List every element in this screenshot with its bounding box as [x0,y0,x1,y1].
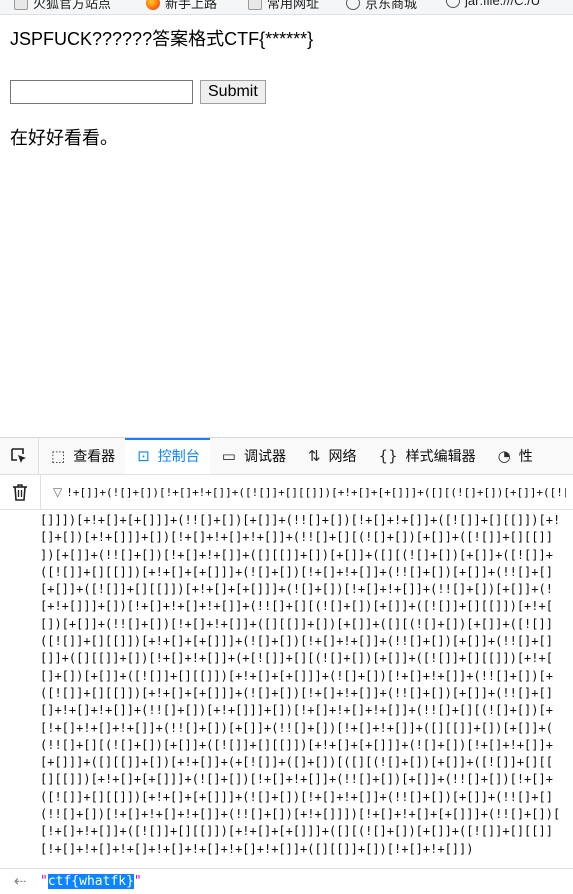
folder-icon [248,0,262,10]
tab-performance[interactable]: ◔ 性 [486,438,543,474]
tab-debugger[interactable]: ▭ 调试器 [210,438,296,474]
network-icon: ⇅ [307,447,321,465]
console-toolbar: ▽ !+[]]+(![]+[])[!+[]+!+[]]+([![]]+[][[]… [0,475,573,510]
console-code-block: []]])[+!+[]+[+[]]]+(!![]+[])[+[]]+(!![]+… [0,512,573,858]
devtools-tabbar: ⬚ 查看器 ⊡ 控制台 ▭ 调试器 ⇅ 网络 {} 样式编辑器 ◔ 性 [0,438,573,475]
code-line: ([![]]+[][[]])[+!+[]+[+[]]]+(![]+[])[!+[… [40,564,553,579]
style-editor-icon: {} [378,447,398,465]
result-selected-text: ctf{whatfk} [47,873,134,889]
page-title: JSPFUCK??????答案格式CTF{******} [10,29,314,49]
quote-close: " [133,873,142,889]
code-line: [!+[]+!+[]+!+[]+!+[]+!+[]+!+[]+!+[]]+([]… [40,841,474,856]
console-result[interactable]: "ctf{whatfk}" [40,873,142,889]
devtools-panel: ⬚ 查看器 ⊡ 控制台 ▭ 调试器 ⇅ 网络 {} 样式编辑器 ◔ 性 ▽ !+… [0,437,573,894]
debugger-icon: ▭ [221,447,236,465]
tab-label: 查看器 [73,448,116,464]
tab-label: 网络 [328,448,357,464]
bookmark-label: 火狐官方站点 [33,0,112,11]
code-line: ])[+[]]+(!![]+[])[!+[]+!+[]]+([][[]]+[])… [40,547,553,562]
folder-icon [14,0,28,10]
bookmark-getting-started[interactable]: 新手上路 [146,0,217,12]
code-line: []]+([][[]]+[])[!+[]+!+[]]+(+[![]]+[][(!… [40,651,553,666]
code-line: [!+[]+!+[]+!+[]]+(!![]+[])[+[]]+(!![]+[]… [40,720,553,735]
bookmark-jar-file[interactable]: jar:file:///C:/U [446,0,540,8]
console-icon: ⊡ [137,447,150,465]
quote-open: " [40,873,48,889]
code-line: (!![]+[][(![]+[])[+[]]+([![]]+[][[]])[+!… [40,737,553,752]
bookmark-folder-common[interactable]: 常用网址 [248,0,319,12]
code-line: [+[]]]+([][[]]+[])[+!+[]]+(+[![]]+([]+[]… [40,755,553,770]
globe-icon [346,0,360,10]
bookmark-label: jar:file:///C:/U [465,0,541,8]
console-result-row: ⇠ "ctf{whatfk}" [0,868,573,893]
tab-label: 控制台 [157,448,200,464]
code-line: []+!+[]+!+[]]+(!![]+[])[+!+[]]]+[])[!+[]… [40,703,553,718]
tab-console[interactable]: ⊡ 控制台 [125,438,210,474]
page-content: JSPFUCK??????答案格式CTF{******} Submit 在好好看… [10,27,563,150]
firefox-icon [146,0,160,10]
code-line: []]])[+!+[]+[+[]]]+(!![]+[])[+[]]+(!![]+… [40,513,561,527]
inspector-icon: ⬚ [51,447,66,465]
code-line: ([![]]+[][[]])[+!+[]+[+[]]]+(![]+[])[!+[… [40,634,553,649]
tab-network[interactable]: ⇅ 网络 [296,438,367,474]
return-arrow-icon: ⇠ [13,872,27,890]
code-line: [])[+[]]+(!![]+[])[!+[]+!+[]]+([][[]]+[]… [40,616,553,631]
code-line: (!![]+[])[!+[]+!+[]+!+[]]+(!![]+[])[+!+[… [40,807,561,822]
code-line: [][[]])[+!+[]+[+[]]]+(![]+[])[!+[]+!+[]]… [40,772,553,787]
code-line: []+[])[+!+[]]]+[])[!+[]+!+[]+!+[]]+(!![]… [40,530,553,545]
globe-icon [446,0,460,8]
bookmark-label: 京东商城 [365,0,418,11]
clear-console-button[interactable] [0,475,41,509]
element-picker-icon [11,448,26,463]
filter-icon: ▽ [53,485,63,499]
tab-label: 性 [518,448,533,464]
tab-label: 调试器 [243,448,286,464]
trash-icon [13,484,27,501]
bookmarks-toolbar: 火狐官方站点 新手上路 常用网址 京东商城 jar:file:///C:/U [0,0,573,15]
element-picker-button[interactable] [0,438,39,474]
bookmark-jd[interactable]: 京东商城 [346,0,417,12]
code-line: ([![]]+[][[]])[+!+[]+[+[]]]+(![]+[])[!+[… [40,789,553,804]
bookmark-folder-official[interactable]: 火狐官方站点 [14,0,111,12]
console-filter-input[interactable]: !+[]]+(![]+[])[!+[]+!+[]]+([![]]+[][[]])… [66,486,566,499]
code-line: []+[])[+[]]+([![]]+[][[]])[+!+[]+[+[]]]+… [40,668,553,683]
code-line: [+[]]+([![]]+[][[]])[+!+[]+[+[]]]+(![]+[… [40,582,553,597]
bookmark-label: 新手上路 [165,0,218,11]
submit-button[interactable]: Submit [200,80,266,104]
console-output: []]])[+!+[]+[+[]]]+(!![]+[])[+[]]+(!![]+… [0,512,573,868]
performance-icon: ◔ [497,447,511,465]
answer-form: Submit [10,79,563,105]
code-line: ([![]]+[][[]])[+!+[]+[+[]]]+(![]+[])[!+[… [40,685,553,700]
code-line: [+!+[]]]+[])[!+[]+!+[]+!+[]]+(!![]+[][(!… [40,599,553,614]
tab-style-editor[interactable]: {} 样式编辑器 [367,438,486,474]
bookmark-label: 常用网址 [267,0,320,11]
code-line: [!+[]+!+[]]+([![]]+[][[]])[+!+[]+[+[]]]+… [40,824,553,839]
answer-input[interactable] [10,80,193,104]
tab-inspector[interactable]: ⬚ 查看器 [39,438,125,474]
hint-text: 在好好看看。 [10,128,118,148]
tab-label: 样式编辑器 [405,448,476,464]
